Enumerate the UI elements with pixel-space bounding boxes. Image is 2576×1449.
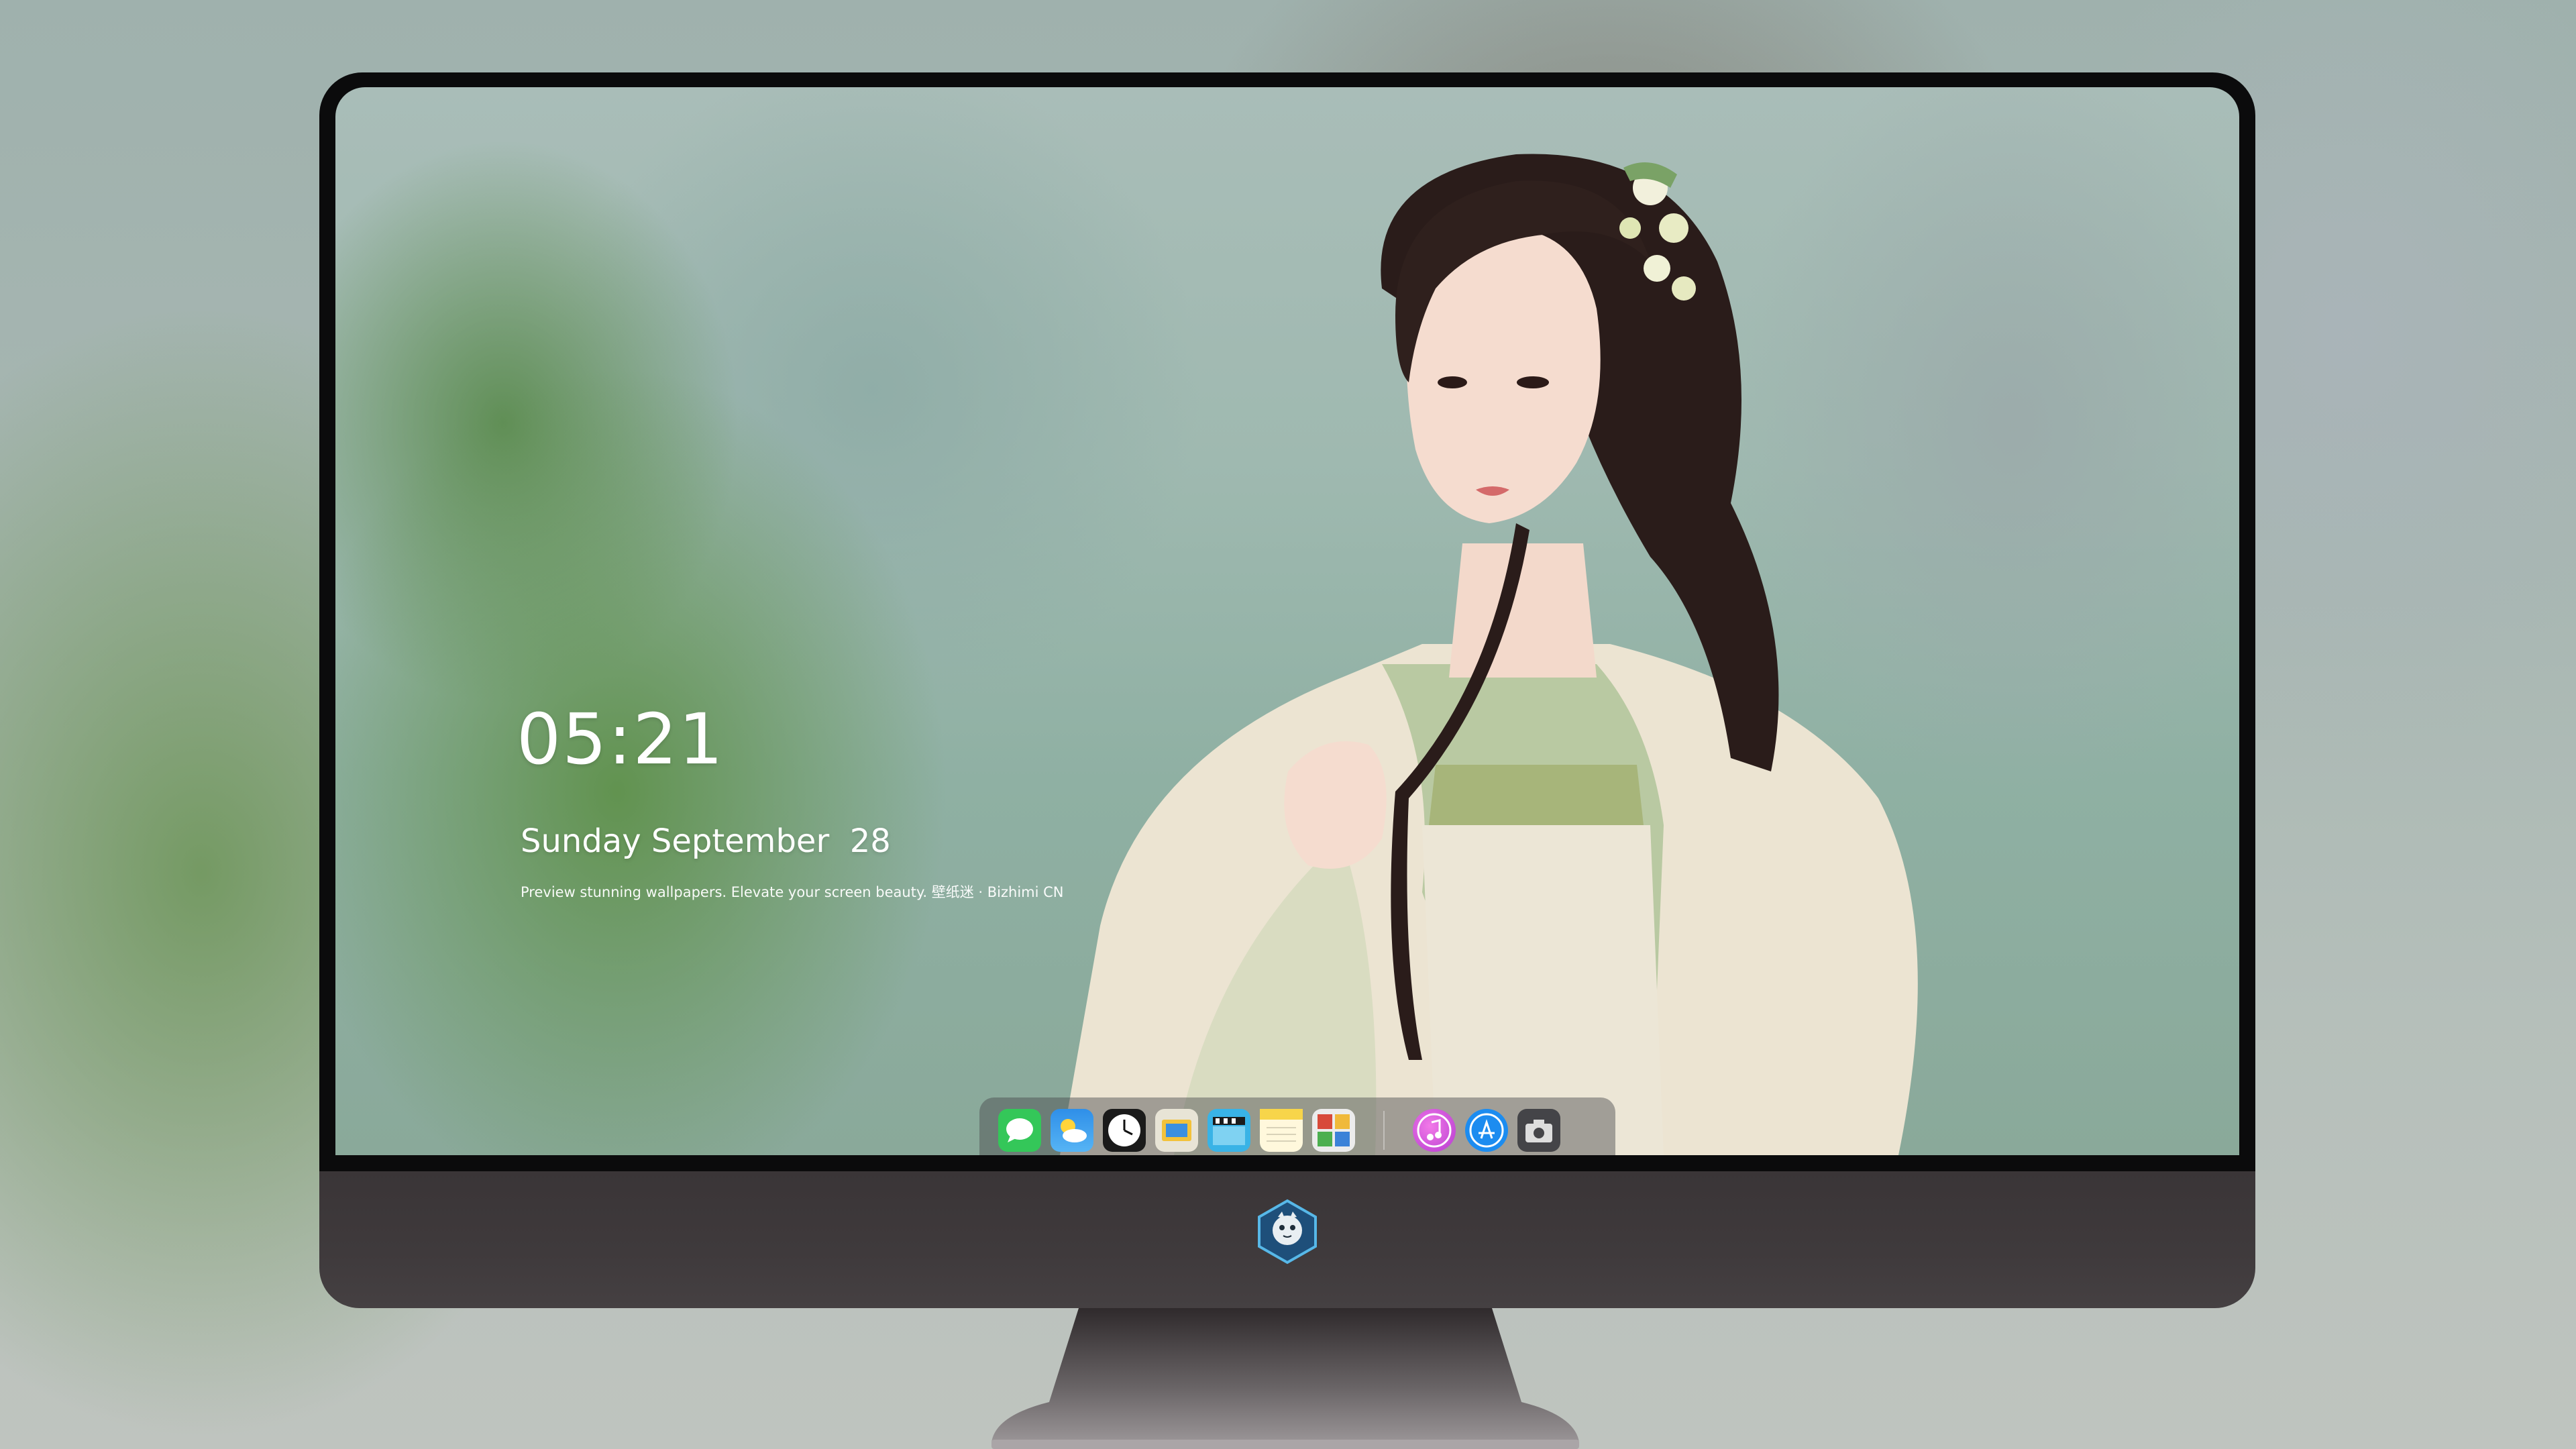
dock	[979, 1097, 1615, 1155]
clips-icon[interactable]	[1208, 1109, 1250, 1152]
clock-icon[interactable]	[1103, 1109, 1146, 1152]
brand-logo-icon	[1258, 1199, 1317, 1265]
monitor-chin	[319, 1171, 2255, 1308]
wallpaper-figure	[1060, 154, 1918, 1155]
lockscreen-time: 05:21	[517, 698, 724, 780]
messages-icon[interactable]	[998, 1109, 1041, 1152]
monitor-stand	[991, 1308, 1579, 1449]
weather-icon[interactable]	[1051, 1109, 1093, 1152]
preview-icon[interactable]	[1155, 1109, 1198, 1152]
lockscreen-tagline: Preview stunning wallpapers. Elevate you…	[521, 884, 1064, 900]
monitor: 05:21 Sunday September 28 Preview stunni…	[319, 72, 2255, 1308]
desktop-background: 05:21 Sunday September 28 Preview stunni…	[0, 0, 2576, 1449]
monitor-screen: 05:21 Sunday September 28 Preview stunni…	[335, 87, 2239, 1155]
notes-icon[interactable]	[1260, 1109, 1303, 1152]
dock-separator	[1383, 1111, 1385, 1150]
screenshot-icon[interactable]	[1517, 1109, 1560, 1152]
photo-booth-icon[interactable]	[1312, 1109, 1355, 1152]
music-icon[interactable]	[1413, 1109, 1456, 1152]
monitor-bezel: 05:21 Sunday September 28 Preview stunni…	[319, 72, 2255, 1171]
lockscreen-date: Sunday September 28	[521, 822, 891, 860]
app-store-icon[interactable]	[1465, 1109, 1508, 1152]
